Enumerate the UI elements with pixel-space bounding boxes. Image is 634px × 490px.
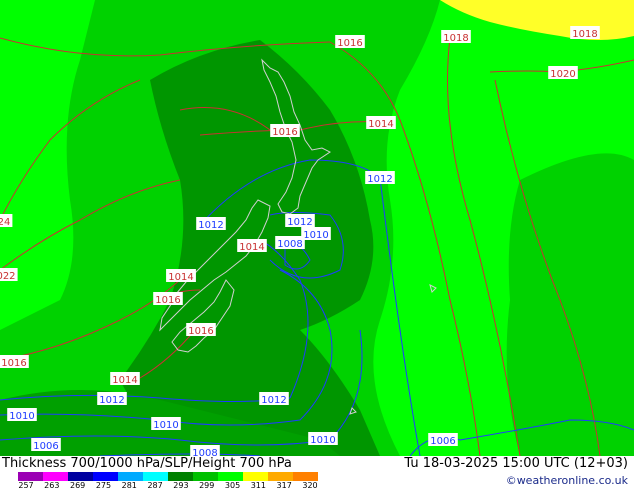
isobar-label-red: 1020 bbox=[548, 66, 578, 80]
colorbar-tick-label: 275 bbox=[95, 481, 112, 490]
isobar-label-text: 1014 bbox=[168, 272, 193, 283]
colorbar-tick-label: 293 bbox=[173, 481, 189, 490]
isobar-label-red: 1014 bbox=[366, 116, 396, 130]
colorbar-segment bbox=[268, 472, 294, 481]
isobar-label-text: 1006 bbox=[33, 441, 58, 452]
isobar-label-blue: 1006 bbox=[31, 438, 61, 452]
isobar-label-red: 1016 bbox=[186, 323, 216, 337]
isobar-label-red: 1018 bbox=[570, 26, 600, 40]
colorbar-tick-label: 287 bbox=[147, 481, 163, 490]
isobar-label-text: 1016 bbox=[272, 127, 297, 138]
isobar-label-text: 1012 bbox=[198, 220, 223, 231]
isobar-label-blue: 1006 bbox=[428, 433, 458, 447]
isobar-label-text: 1012 bbox=[99, 395, 124, 406]
map-title: Thickness 700/1000 hPa/SLP/Height 700 hP… bbox=[2, 456, 292, 471]
isobar-label-text: 1012 bbox=[261, 395, 286, 406]
isobar-label-red: 24 bbox=[0, 214, 13, 228]
isobar-label-text: 1020 bbox=[550, 69, 575, 80]
isobar-label-text: 1016 bbox=[1, 358, 26, 369]
colorbar-tick-label: 263 bbox=[44, 481, 60, 490]
isobar-label-text: 1010 bbox=[310, 435, 335, 446]
isobar-label-text: 1016 bbox=[188, 326, 213, 337]
isobar-label-red: 1016 bbox=[0, 355, 29, 369]
isobar-label-text: 1014 bbox=[112, 375, 137, 386]
isobar-label-blue: 1008 bbox=[190, 445, 220, 456]
isobar-label-blue: 1012 bbox=[196, 217, 226, 231]
isobar-label-blue: 1012 bbox=[259, 392, 289, 406]
colorbar-segment bbox=[293, 472, 318, 481]
isobar-label-red: 1014 bbox=[166, 269, 196, 283]
isobar-label-text: 1008 bbox=[277, 239, 302, 250]
colorbar-segment bbox=[243, 472, 269, 481]
isobar-label-blue: 1012 bbox=[365, 171, 395, 185]
colorbar-tick-label: 305 bbox=[224, 481, 241, 490]
colorbar-segment bbox=[68, 472, 94, 481]
isobar-label-blue: 1010 bbox=[7, 408, 37, 422]
thickness-colorbar bbox=[18, 472, 318, 481]
colorbar-segment bbox=[193, 472, 219, 481]
colorbar-segment bbox=[18, 472, 44, 481]
isobar-label-red: 022 bbox=[0, 268, 18, 282]
isobar-label-blue: 1012 bbox=[97, 392, 127, 406]
isobar-label-blue: 1010 bbox=[151, 417, 181, 431]
isobar-label-text: 1014 bbox=[239, 242, 264, 253]
isobar-label-red: 1016 bbox=[335, 35, 365, 49]
colorbar-tick-label: 320 bbox=[302, 481, 318, 490]
isobar-label-text: 1012 bbox=[287, 217, 312, 228]
isobar-label-red: 1014 bbox=[237, 239, 267, 253]
isobar-label-red: 1014 bbox=[110, 372, 140, 386]
isobar-label-text: 1010 bbox=[9, 411, 34, 422]
colorbar-segment bbox=[43, 472, 69, 481]
isobar-label-text: 1018 bbox=[572, 29, 597, 40]
isobar-label-text: 1016 bbox=[155, 295, 180, 306]
isobar-label-red: 1018 bbox=[441, 30, 471, 44]
colorbar-tick-label: 257 bbox=[18, 481, 34, 490]
isobar-label-red: 1016 bbox=[153, 292, 183, 306]
colorbar-segment bbox=[218, 472, 244, 481]
colorbar-tick-label: 317 bbox=[276, 481, 292, 490]
colorbar-tick-label: 269 bbox=[69, 481, 86, 490]
colorbar-segment bbox=[143, 472, 169, 481]
isobar-label-blue: 1012 bbox=[285, 214, 315, 228]
isobar-label-text: 022 bbox=[0, 271, 16, 282]
isobar-label-blue: 1010 bbox=[308, 432, 338, 446]
isobar-label-text: 1008 bbox=[192, 448, 217, 456]
isobar-label-text: 1018 bbox=[443, 33, 468, 44]
colorbar-segment bbox=[93, 472, 119, 481]
isobar-label-text: 24 bbox=[0, 217, 10, 228]
isobar-label-red: 1016 bbox=[270, 124, 300, 138]
colorbar-ticks: 257 263 269 275 281 287 293 299 305 311 317 320 bbox=[18, 481, 318, 490]
colorbar-tick-label: 311 bbox=[250, 481, 266, 490]
colorbar-segment bbox=[168, 472, 194, 481]
weather-map: 1016 1016 1018 1018 1020 1014 1014 24 1012 1012 10… bbox=[0, 0, 634, 456]
isobar-label-text: 1006 bbox=[430, 436, 455, 447]
colorbar-tick-label: 281 bbox=[121, 481, 137, 490]
colorbar-tick-label: 299 bbox=[199, 481, 215, 490]
isobar-label-blue: 1010 bbox=[301, 227, 331, 241]
isobar-label-text: 1016 bbox=[337, 38, 362, 49]
isobar-label-blue: 1008 bbox=[275, 236, 305, 250]
credit-link[interactable]: ©weatheronline.co.uk bbox=[506, 474, 628, 487]
valid-time: Tu 18-03-2025 15:00 UTC (12+03) bbox=[404, 456, 628, 471]
isobar-label-text: 1010 bbox=[153, 420, 178, 431]
footer: Thickness 700/1000 hPa/SLP/Height 700 hP… bbox=[0, 456, 634, 490]
colorbar-segment bbox=[118, 472, 144, 481]
thickness-field-east-mid bbox=[506, 153, 634, 456]
isobar-label-text: 1010 bbox=[303, 230, 328, 241]
isobar-label-text: 1012 bbox=[367, 174, 392, 185]
isobar-label-text: 1014 bbox=[368, 119, 393, 130]
